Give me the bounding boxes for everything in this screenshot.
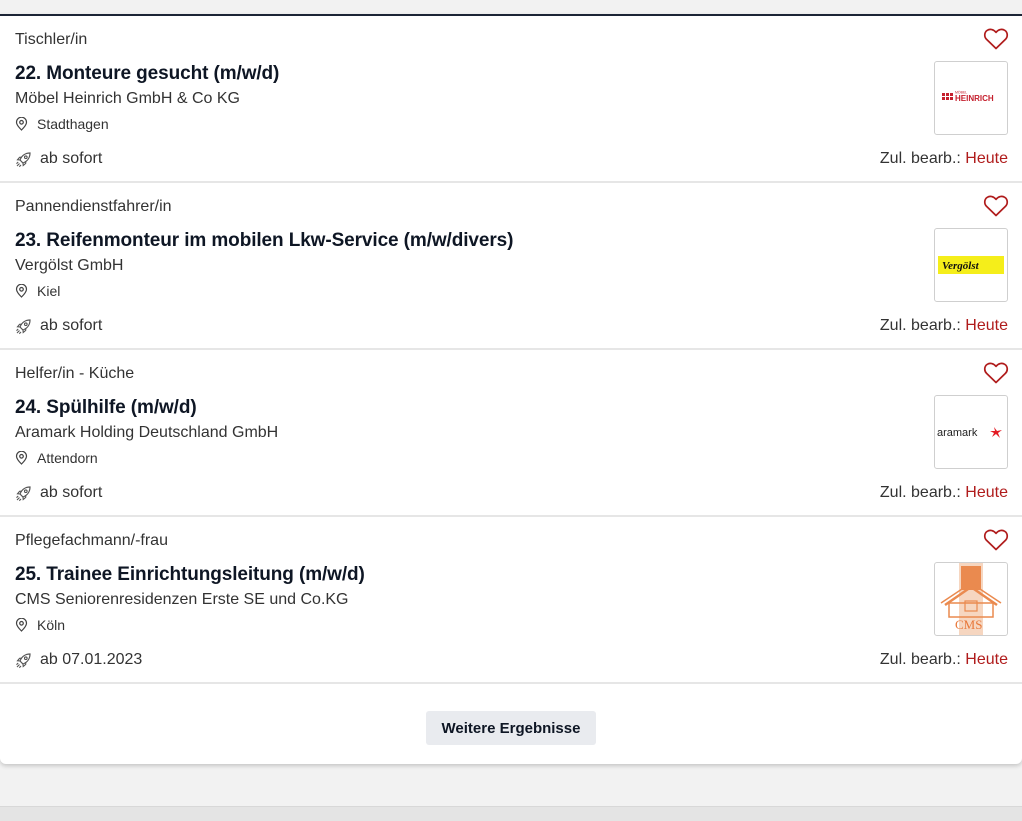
heart-icon[interactable] <box>983 27 1009 51</box>
last-edited: Zul. bearb.: Heute <box>880 317 1008 335</box>
heinrich-logo: MÖBEL HEINRICH <box>942 91 994 103</box>
last-edited: Zul. bearb.: Heute <box>880 150 1008 168</box>
job-location: Stadthagen <box>15 116 109 132</box>
map-pin-icon <box>15 618 28 632</box>
rocket-icon <box>16 652 31 668</box>
start-label: ab 07.01.2023 <box>40 651 143 668</box>
job-title[interactable]: 23. Reifenmonteur im mobilen Lkw-Service… <box>15 230 513 252</box>
location-label: Köln <box>37 617 66 633</box>
location-label: Stadthagen <box>37 116 109 132</box>
heart-icon[interactable] <box>983 194 1009 218</box>
company-logo[interactable]: CMS <box>934 562 1008 636</box>
company-name: Möbel Heinrich GmbH & Co KG <box>15 90 240 107</box>
logo-text: Vergölst <box>942 260 980 272</box>
heart-icon[interactable] <box>983 528 1009 552</box>
logo-text: CMS <box>955 617 982 632</box>
job-start: ab sofort <box>15 484 102 502</box>
company-name: CMS Seniorenresidenzen Erste SE und Co.K… <box>15 591 349 608</box>
map-pin-icon <box>15 451 28 465</box>
cms-logo: CMS <box>940 563 1002 635</box>
rocket-icon <box>16 151 31 167</box>
edited-value: Heute <box>965 484 1008 501</box>
job-card[interactable]: Tischler/in 22. Monteure gesucht (m/w/d)… <box>0 16 1022 183</box>
rocket-icon <box>16 485 31 501</box>
last-edited: Zul. bearb.: Heute <box>880 484 1008 502</box>
start-label: ab sofort <box>40 317 103 334</box>
results-list: Tischler/in 22. Monteure gesucht (m/w/d)… <box>0 14 1022 764</box>
job-location: Kiel <box>15 283 60 299</box>
top-strip <box>0 0 1022 14</box>
start-label: ab sofort <box>40 484 103 501</box>
aramark-logo: aramark <box>937 427 1002 439</box>
job-start: ab sofort <box>15 317 102 335</box>
more-results-button[interactable]: Weitere Ergebnisse <box>426 711 596 745</box>
edited-value: Heute <box>965 150 1008 167</box>
company-logo[interactable]: aramark <box>934 395 1008 469</box>
edited-label: Zul. bearb.: <box>879 484 961 501</box>
bottom-band <box>0 806 1022 821</box>
job-start: ab 07.01.2023 <box>15 651 142 669</box>
job-category: Pflegefachmann/-frau <box>15 532 168 549</box>
job-start: ab sofort <box>15 150 102 168</box>
job-location: Attendorn <box>15 450 98 466</box>
company-logo[interactable]: MÖBEL HEINRICH <box>934 61 1008 135</box>
logo-text: HEINRICH <box>955 94 994 103</box>
edited-label: Zul. bearb.: <box>879 317 961 334</box>
job-card[interactable]: Pflegefachmann/-frau 25. Trainee Einrich… <box>0 517 1022 684</box>
job-title[interactable]: 24. Spülhilfe (m/w/d) <box>15 397 197 419</box>
more-results-area: Weitere Ergebnisse <box>0 711 1022 751</box>
map-pin-icon <box>15 284 28 298</box>
job-category: Helfer/in - Küche <box>15 365 135 382</box>
location-label: Kiel <box>37 283 61 299</box>
job-category: Tischler/in <box>15 31 88 48</box>
edited-value: Heute <box>965 317 1008 334</box>
vergoelst-logo: Vergölst <box>938 256 1004 274</box>
job-category: Pannendienstfahrer/in <box>15 198 172 215</box>
last-edited: Zul. bearb.: Heute <box>880 651 1008 669</box>
heart-icon[interactable] <box>983 361 1009 385</box>
company-name: Aramark Holding Deutschland GmbH <box>15 424 279 441</box>
job-location: Köln <box>15 617 65 633</box>
job-title[interactable]: 22. Monteure gesucht (m/w/d) <box>15 63 279 85</box>
rocket-icon <box>16 318 31 334</box>
job-card[interactable]: Helfer/in - Küche 24. Spülhilfe (m/w/d) … <box>0 350 1022 517</box>
company-name: Vergölst GmbH <box>15 257 124 274</box>
edited-label: Zul. bearb.: <box>879 150 961 167</box>
map-pin-icon <box>15 117 28 131</box>
job-card[interactable]: Pannendienstfahrer/in 23. Reifenmonteur … <box>0 183 1022 350</box>
job-title[interactable]: 25. Trainee Einrichtungsleitung (m/w/d) <box>15 564 365 586</box>
start-label: ab sofort <box>40 150 103 167</box>
edited-value: Heute <box>965 651 1008 668</box>
edited-label: Zul. bearb.: <box>879 651 961 668</box>
location-label: Attendorn <box>37 450 98 466</box>
logo-text: aramark <box>937 427 978 439</box>
company-logo[interactable]: Vergölst <box>934 228 1008 302</box>
